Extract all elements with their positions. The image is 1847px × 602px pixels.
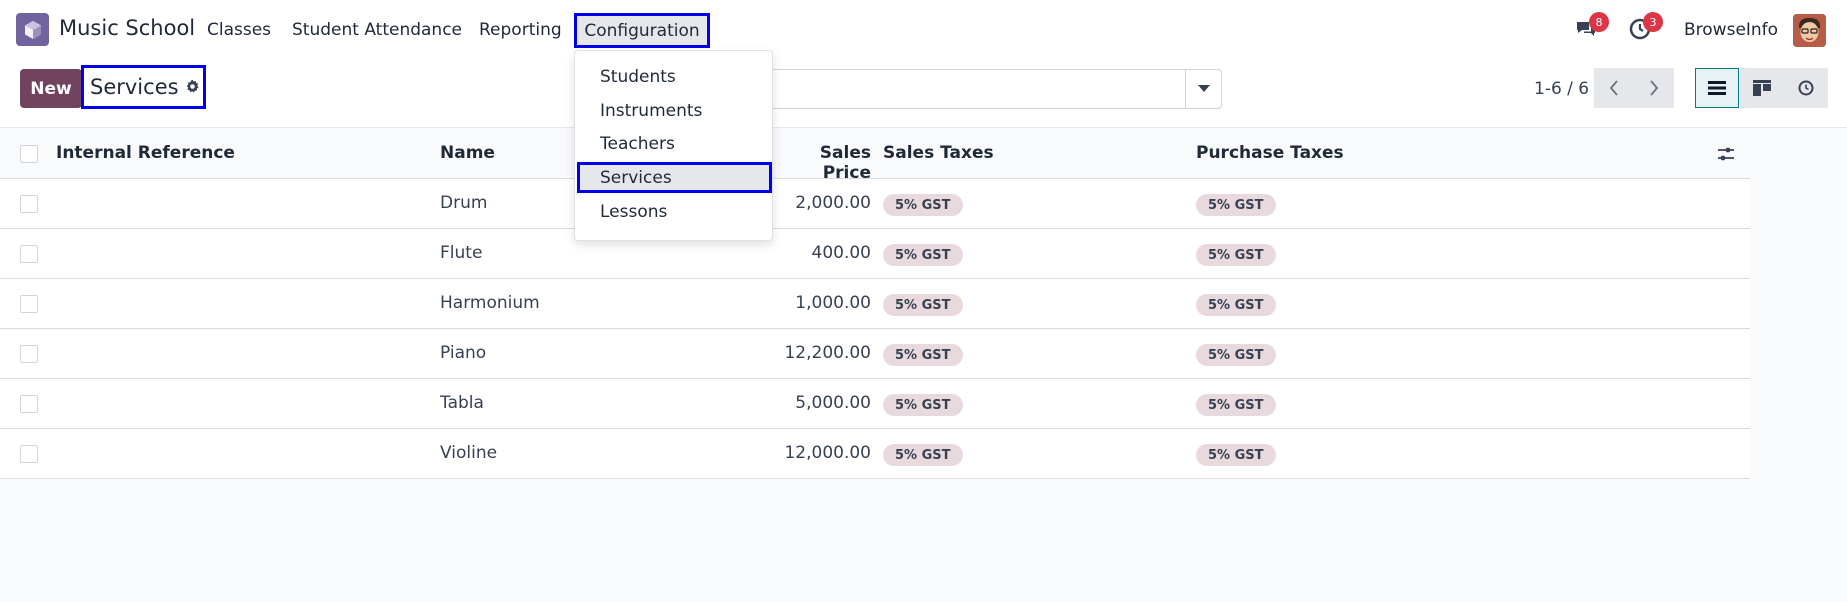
caret-down-icon	[1198, 85, 1210, 92]
table-row[interactable]: Harmonium 1,000.00 5% GST 5% GST	[0, 279, 1750, 329]
menu-reporting[interactable]: Reporting	[479, 20, 562, 40]
chevron-left-icon	[1609, 80, 1618, 96]
pager-previous-button[interactable]	[1594, 68, 1634, 108]
table-row[interactable]: Tabla 5,000.00 5% GST 5% GST	[0, 379, 1750, 429]
configuration-dropdown: Students Instruments Teachers Services L…	[574, 50, 773, 241]
dropdown-item-students[interactable]: Students	[600, 67, 676, 87]
row-checkbox[interactable]	[20, 245, 38, 263]
app-logo-icon[interactable]	[16, 13, 49, 46]
purchase-tax-tag: 5% GST	[1196, 344, 1276, 366]
row-checkbox[interactable]	[20, 295, 38, 313]
cell-sales-price: 5,000.00	[795, 393, 871, 413]
kanban-view-icon	[1753, 80, 1771, 96]
purchase-tax-tag: 5% GST	[1196, 444, 1276, 466]
column-internal-reference[interactable]: Internal Reference	[56, 143, 235, 163]
sales-tax-tag: 5% GST	[883, 244, 963, 266]
user-avatar[interactable]	[1793, 14, 1826, 47]
gear-icon[interactable]	[185, 75, 200, 99]
search-input[interactable]	[760, 69, 1222, 109]
sales-tax-tag: 5% GST	[883, 194, 963, 216]
cell-sales-price: 1,000.00	[795, 293, 871, 313]
pager-value[interactable]: 1-6 / 6	[1534, 79, 1589, 99]
list-view-icon	[1708, 81, 1726, 95]
table-row[interactable]: Piano 12,200.00 5% GST 5% GST	[0, 329, 1750, 379]
app-name[interactable]: Music School	[59, 16, 195, 40]
cell-name: Drum	[440, 193, 488, 213]
cell-name: Tabla	[440, 393, 484, 413]
row-checkbox[interactable]	[20, 445, 38, 463]
menu-classes[interactable]: Classes	[207, 20, 271, 40]
sales-tax-tag: 5% GST	[883, 344, 963, 366]
purchase-tax-tag: 5% GST	[1196, 244, 1276, 266]
cell-sales-price: 400.00	[811, 243, 871, 263]
menu-configuration[interactable]: Configuration	[574, 13, 710, 48]
sales-tax-tag: 5% GST	[883, 444, 963, 466]
cell-name: Harmonium	[440, 293, 540, 313]
breadcrumb: Services	[81, 65, 206, 109]
row-checkbox[interactable]	[20, 345, 38, 363]
table-row[interactable]: Drum 2,000.00 5% GST 5% GST	[0, 179, 1750, 229]
column-name[interactable]: Name	[440, 143, 495, 163]
clock-icon	[1798, 80, 1814, 96]
column-sales-taxes[interactable]: Sales Taxes	[883, 143, 994, 163]
pager-next-button[interactable]	[1634, 68, 1674, 108]
activity-view-button[interactable]	[1784, 68, 1828, 108]
list-view-button[interactable]	[1695, 68, 1739, 108]
dropdown-item-services[interactable]: Services	[600, 168, 672, 188]
user-name[interactable]: BrowseInfo	[1684, 20, 1778, 40]
search-options-toggle[interactable]	[1185, 69, 1222, 109]
kanban-view-button[interactable]	[1740, 68, 1784, 108]
sales-tax-tag: 5% GST	[883, 394, 963, 416]
optional-columns-icon[interactable]	[1717, 145, 1735, 167]
cell-sales-price: 12,200.00	[784, 343, 871, 363]
cell-name: Violine	[440, 443, 498, 463]
dropdown-item-lessons[interactable]: Lessons	[600, 202, 667, 222]
row-checkbox[interactable]	[20, 195, 38, 213]
table-row[interactable]: Violine 12,000.00 5% GST 5% GST	[0, 429, 1750, 479]
chevron-right-icon	[1650, 80, 1659, 96]
purchase-tax-tag: 5% GST	[1196, 294, 1276, 316]
top-navbar: Music School Classes Student Attendance …	[0, 0, 1847, 58]
menu-student-attendance[interactable]: Student Attendance	[292, 20, 462, 40]
row-checkbox[interactable]	[20, 395, 38, 413]
table-row[interactable]: Flute 400.00 5% GST 5% GST	[0, 229, 1750, 279]
sales-tax-tag: 5% GST	[883, 294, 963, 316]
breadcrumb-title[interactable]: Services	[90, 75, 179, 99]
purchase-tax-tag: 5% GST	[1196, 394, 1276, 416]
column-purchase-taxes[interactable]: Purchase Taxes	[1196, 143, 1344, 163]
select-all-checkbox[interactable]	[20, 145, 38, 163]
cell-sales-price: 12,000.00	[784, 443, 871, 463]
table-header: Internal Reference Name Sales Price Sale…	[0, 129, 1750, 183]
purchase-tax-tag: 5% GST	[1196, 194, 1276, 216]
new-button[interactable]: New	[20, 69, 82, 108]
activities-badge: 3	[1643, 12, 1663, 32]
dropdown-item-instruments[interactable]: Instruments	[600, 101, 702, 121]
column-sales-price[interactable]: Sales Price	[781, 143, 871, 183]
messages-badge: 8	[1589, 12, 1609, 32]
cell-name: Flute	[440, 243, 483, 263]
dropdown-item-teachers[interactable]: Teachers	[600, 134, 675, 154]
cell-name: Piano	[440, 343, 487, 363]
